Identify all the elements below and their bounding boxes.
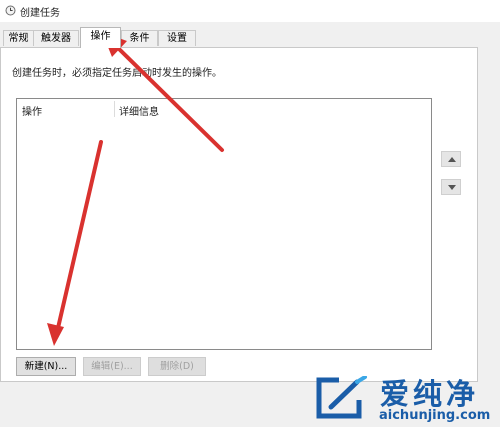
arrow-to-new-button — [47, 140, 103, 346]
tab-actions[interactable]: 操作 — [80, 27, 121, 48]
arrow-to-actions-tab — [102, 32, 224, 152]
watermark-brand: 爱纯净 — [380, 377, 480, 411]
annotation-arrows — [47, 32, 224, 346]
watermark-logo-icon — [316, 376, 367, 419]
watermark-url: aichunjing.com — [379, 408, 491, 423]
